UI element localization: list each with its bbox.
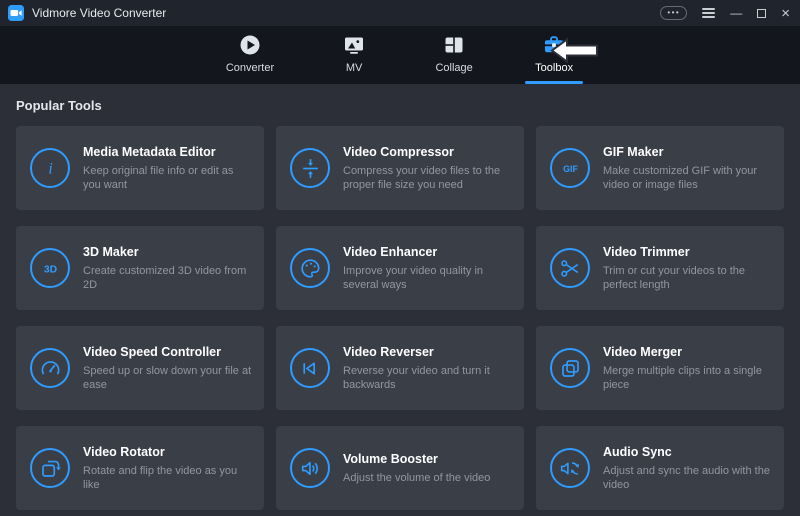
tool-description: Speed up or slow down your file at ease <box>83 364 252 392</box>
reverse-icon <box>290 348 330 388</box>
gif-icon: GIF <box>550 148 590 188</box>
section-heading: Popular Tools <box>16 98 784 113</box>
tool-description: Merge multiple clips into a single piece <box>603 364 772 392</box>
tool-description: Compress your video files to the proper … <box>343 164 512 192</box>
tool-card-video-reverser[interactable]: Video Reverser Reverse your video and tur… <box>276 326 524 410</box>
tool-title: Video Speed Controller <box>83 345 252 359</box>
tool-card-audio-sync[interactable]: Audio Sync Adjust and sync the audio with… <box>536 426 784 510</box>
tool-title: 3D Maker <box>83 245 252 259</box>
tool-description: Make customized GIF with your video or i… <box>603 164 772 192</box>
hamburger-icon <box>702 6 715 20</box>
tool-description: Keep original file info or edit as you w… <box>83 164 252 192</box>
enhancer-icon <box>290 248 330 288</box>
tool-description: Trim or cut your videos to the perfect l… <box>603 264 772 292</box>
tool-title: Video Reverser <box>343 345 512 359</box>
tool-description: Reverse your video and turn it backwards <box>343 364 512 392</box>
tools-grid: i Media Metadata Editor Keep original file… <box>16 126 784 510</box>
tool-title: Audio Sync <box>603 445 772 459</box>
compress-icon <box>290 148 330 188</box>
tab-label: MV <box>346 62 363 74</box>
close-button[interactable]: × <box>781 6 790 21</box>
tool-card-video-merger[interactable]: Video Merger Merge multiple clips into a … <box>536 326 784 410</box>
maximize-icon <box>757 9 766 18</box>
menu-button[interactable] <box>702 6 715 20</box>
app-logo-icon <box>8 5 24 21</box>
tool-description: Adjust the volume of the video <box>343 471 490 485</box>
tool-description: Adjust and sync the audio with the video <box>603 464 772 492</box>
window-title: Vidmore Video Converter <box>32 6 166 20</box>
tab-converter[interactable]: Converter <box>217 26 283 84</box>
tool-card-video-enhancer[interactable]: Video Enhancer Improve your video quality… <box>276 226 524 310</box>
maximize-button[interactable] <box>757 9 766 18</box>
tool-card-volume-booster[interactable]: Volume Booster Adjust the volume of the v… <box>276 426 524 510</box>
tool-title: Video Compressor <box>343 145 512 159</box>
audio-sync-icon <box>550 448 590 488</box>
scissors-icon <box>550 248 590 288</box>
tool-card-text: Video Speed Controller Speed up or slow d… <box>83 345 252 392</box>
tool-card-text: Video Trimmer Trim or cut your videos to … <box>603 245 772 292</box>
tab-label: Collage <box>435 62 472 74</box>
tool-card-3d-maker[interactable]: 3D 3D Maker Create customized 3D video fro… <box>16 226 264 310</box>
tool-card-text: Video Rotator Rotate and flip the video a… <box>83 445 252 492</box>
tool-card-video-speed-controller[interactable]: Video Speed Controller Speed up or slow d… <box>16 326 264 410</box>
tab-label: Converter <box>226 62 274 74</box>
svg-text:3D: 3D <box>43 264 57 275</box>
tool-title: Volume Booster <box>343 452 490 466</box>
tab-label: Toolbox <box>535 62 573 74</box>
tab-collage[interactable]: Collage <box>425 26 483 84</box>
svg-text:i: i <box>48 160 52 177</box>
tool-card-text: Video Enhancer Improve your video quality… <box>343 245 512 292</box>
window-controls: ••• — × <box>660 6 790 21</box>
speedometer-icon <box>30 348 70 388</box>
tool-card-text: Video Merger Merge multiple clips into a … <box>603 345 772 392</box>
tool-card-gif-maker[interactable]: GIF GIF Maker Make customized GIF with you… <box>536 126 784 210</box>
rotate-icon <box>30 448 70 488</box>
tool-card-video-trimmer[interactable]: Video Trimmer Trim or cut your videos to … <box>536 226 784 310</box>
tool-card-media-metadata-editor[interactable]: i Media Metadata Editor Keep original file… <box>16 126 264 210</box>
svg-text:GIF: GIF <box>563 164 578 174</box>
app-window: Vidmore Video Converter ••• — × Converte… <box>0 0 800 516</box>
tool-title: GIF Maker <box>603 145 772 159</box>
tool-card-video-rotator[interactable]: Video Rotator Rotate and flip the video a… <box>16 426 264 510</box>
tool-card-text: Volume Booster Adjust the volume of the v… <box>343 452 490 485</box>
main-content: Popular Tools i Media Metadata Editor Keep… <box>0 84 800 516</box>
tab-mv[interactable]: MV <box>325 26 383 84</box>
tool-card-text: Video Compressor Compress your video file… <box>343 145 512 192</box>
tool-card-text: Audio Sync Adjust and sync the audio with… <box>603 445 772 492</box>
collage-icon <box>442 33 466 57</box>
nav-tabs: Converter MV Collage Toolbox <box>217 26 583 84</box>
titlebar: Vidmore Video Converter ••• — × <box>0 0 800 26</box>
tool-title: Video Rotator <box>83 445 252 459</box>
toolbox-icon <box>542 33 566 57</box>
tool-title: Video Enhancer <box>343 245 512 259</box>
tool-title: Video Trimmer <box>603 245 772 259</box>
merge-icon <box>550 348 590 388</box>
tab-toolbox[interactable]: Toolbox <box>525 26 583 84</box>
volume-icon <box>290 448 330 488</box>
converter-icon <box>238 33 262 57</box>
tool-description: Improve your video quality in several wa… <box>343 264 512 292</box>
tool-card-text: GIF Maker Make customized GIF with your v… <box>603 145 772 192</box>
tool-card-text: Media Metadata Editor Keep original file … <box>83 145 252 192</box>
info-icon: i <box>30 148 70 188</box>
main-nav: Converter MV Collage Toolbox <box>0 26 800 84</box>
tool-title: Media Metadata Editor <box>83 145 252 159</box>
tool-card-text: Video Reverser Reverse your video and tur… <box>343 345 512 392</box>
3d-icon: 3D <box>30 248 70 288</box>
more-options-button[interactable]: ••• <box>660 6 687 20</box>
tool-card-text: 3D Maker Create customized 3D video from … <box>83 245 252 292</box>
minimize-button[interactable]: — <box>730 7 742 19</box>
tool-description: Rotate and flip the video as you like <box>83 464 252 492</box>
tool-card-video-compressor[interactable]: Video Compressor Compress your video file… <box>276 126 524 210</box>
mv-icon <box>342 33 366 57</box>
tool-title: Video Merger <box>603 345 772 359</box>
tool-description: Create customized 3D video from 2D <box>83 264 252 292</box>
